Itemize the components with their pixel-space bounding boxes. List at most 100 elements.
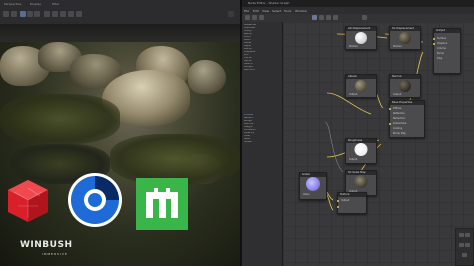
menu-window[interactable]: Window	[295, 9, 307, 13]
input-port[interactable]	[389, 123, 391, 125]
library-item[interactable]: Mix	[244, 54, 279, 56]
node-port-label: Displace	[437, 42, 448, 45]
library-item[interactable]: Normal	[244, 123, 279, 125]
library-item[interactable]: Height	[244, 126, 279, 128]
watermark-subtitle: IMMERSIVE	[42, 252, 68, 256]
node-title: Normal	[392, 75, 402, 78]
render-icon[interactable]	[3, 11, 9, 17]
graph-minimap[interactable]	[455, 228, 474, 266]
library-item[interactable]: Textures	[244, 27, 279, 29]
library-item[interactable]: Switch	[244, 63, 279, 65]
library-item[interactable]: Vector	[244, 60, 279, 62]
menu-tools[interactable]: Tools	[284, 9, 291, 13]
node-scalar[interactable]: Scalar Value	[299, 172, 327, 200]
node-normal[interactable]: Normal Output	[389, 74, 421, 98]
menu-view[interactable]: View	[262, 9, 269, 13]
node-base-properties[interactable]: Base Properties Diffuse Reflection Refra…	[389, 100, 425, 138]
library-item[interactable]: Layer	[244, 45, 279, 47]
node-preview-sphere	[354, 143, 368, 156]
viewport-menu-perspective[interactable]: Perspective	[4, 2, 21, 6]
library-item[interactable]: Utility	[244, 30, 279, 32]
menu-file[interactable]: File	[244, 9, 249, 13]
frame-icon[interactable]	[319, 15, 324, 20]
stats-icon[interactable]	[68, 11, 74, 17]
node-title: Texture	[340, 193, 350, 196]
node-preview-sphere	[355, 32, 367, 44]
solo-icon[interactable]	[326, 15, 331, 20]
software-logos	[0, 166, 240, 266]
menu-edit[interactable]: Edit	[253, 9, 259, 13]
editor-menubar: File Edit View Select Tools Window	[242, 7, 474, 14]
library-item[interactable]: Color	[244, 36, 279, 38]
library-item[interactable]: Curve	[244, 57, 279, 59]
input-port[interactable]	[433, 38, 435, 40]
node-ao-displacement[interactable]: AO Displacement Texture	[345, 26, 377, 50]
node-port-label: Texture	[349, 45, 358, 48]
library-item[interactable]: Reflect	[244, 117, 279, 119]
library-item[interactable]: Diffuse	[244, 114, 279, 116]
node-albedo[interactable]: Albedo Output	[345, 74, 377, 98]
settings-icon[interactable]	[76, 11, 82, 17]
library-item[interactable]: Spec	[244, 138, 279, 140]
lights-icon[interactable]	[60, 11, 66, 17]
library-item[interactable]: Opacity	[244, 132, 279, 134]
input-port[interactable]	[337, 200, 339, 202]
viewport-menu-filter[interactable]: Filter	[52, 2, 59, 6]
new-node-icon[interactable]	[245, 15, 250, 20]
node-preview-sphere	[306, 177, 320, 191]
library-item[interactable]: Sheen	[244, 141, 279, 143]
camera-view-icon[interactable]	[52, 11, 58, 17]
zoom-icon[interactable]	[259, 15, 264, 20]
viewport-toolbar: Perspective Display Filter	[0, 0, 240, 25]
node-port-label: Subsurface	[393, 122, 407, 125]
node-roughness[interactable]: Roughness Output	[345, 138, 377, 164]
viewport-menu-display[interactable]: Display	[30, 2, 41, 6]
input-port[interactable]	[389, 108, 391, 110]
input-port[interactable]	[433, 43, 435, 45]
library-item[interactable]: Output	[244, 66, 279, 68]
library-item[interactable]: Emission	[244, 129, 279, 131]
split-icon[interactable]	[34, 11, 40, 17]
node-preview-sphere	[399, 80, 411, 92]
camera-icon[interactable]	[11, 11, 17, 17]
editor-title: Node Editor - Shader Graph	[248, 1, 290, 5]
node-output[interactable]: Output Surface Displace Volume Bump Disp	[433, 28, 461, 74]
node-port-label: Reflection	[393, 112, 405, 115]
cinema4d-logo	[68, 173, 122, 227]
library-item[interactable]: Math	[244, 39, 279, 41]
node-port-label: Output	[349, 93, 358, 96]
logo-strip	[8, 173, 188, 230]
library-item[interactable]: Ramp	[244, 33, 279, 35]
node-port-label: Value	[303, 193, 310, 196]
preview-icon[interactable]	[333, 15, 338, 20]
view-icon[interactable]	[312, 15, 317, 20]
library-item[interactable]: Materials	[244, 24, 279, 26]
node-port-label: Bump	[437, 52, 445, 55]
library-item[interactable]: Bump	[244, 48, 279, 50]
grid-icon[interactable]	[27, 11, 33, 17]
library-item[interactable]: Random	[244, 69, 279, 71]
node-title: SC Scale Map	[348, 171, 366, 174]
node-preview-sphere	[355, 80, 367, 92]
lock-icon[interactable]	[44, 11, 50, 17]
layout-icon[interactable]	[20, 11, 26, 17]
search-icon[interactable]	[362, 15, 367, 20]
node-editor[interactable]: Node Editor - Shader Graph File Edit Vie…	[242, 0, 474, 266]
render-viewport[interactable]: Perspective Display Filter WINBUSH IMMER…	[0, 0, 240, 266]
node-graph[interactable]: AO Displacement Texture SC Displacement …	[283, 22, 474, 266]
library-item[interactable]: Coat	[244, 135, 279, 137]
node-title: SC Displacement	[392, 27, 415, 30]
node-sc-displacement[interactable]: SC Displacement Texture	[389, 26, 421, 50]
library-item[interactable]: Noise	[244, 42, 279, 44]
node-port-label: Disp	[437, 57, 443, 60]
node-port-label: Output	[349, 158, 358, 161]
menu-select[interactable]: Select	[272, 9, 281, 13]
input-port[interactable]	[337, 206, 339, 208]
arrange-icon[interactable]	[252, 15, 257, 20]
library-item[interactable]: Displace	[244, 51, 279, 53]
node-port-label: Output	[393, 93, 402, 96]
close-icon[interactable]	[228, 11, 234, 17]
library-item[interactable]: Rough	[244, 120, 279, 122]
node-texture[interactable]: Texture Output	[337, 192, 367, 214]
editor-toolbar	[242, 14, 474, 22]
